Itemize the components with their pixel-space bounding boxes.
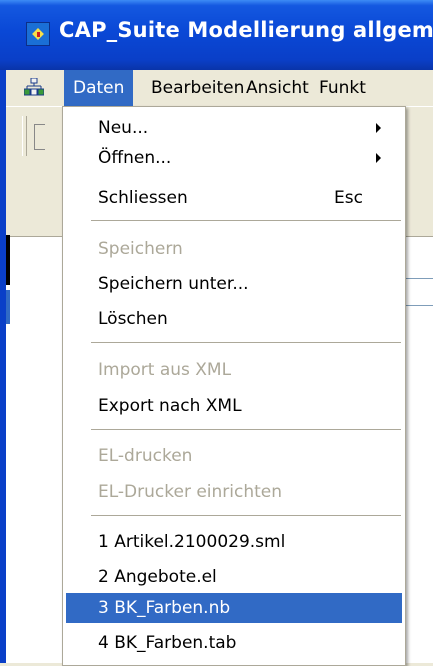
menu-item-export-xml[interactable]: Export nach XML	[66, 391, 402, 421]
app-icon[interactable]	[26, 22, 50, 46]
menu-item-label: 4 BK_Farben.tab	[98, 633, 237, 653]
menu-item-label: Import aus XML	[98, 360, 232, 380]
menu-item-label: Speichern unter...	[98, 274, 249, 294]
menu-item-label: EL-drucken	[98, 446, 193, 466]
menu-item-label: 2 Angebote.el	[98, 567, 217, 587]
menu-separator	[91, 515, 401, 516]
menu-item-label: Export nach XML	[98, 396, 242, 416]
submenu-arrow-icon	[376, 123, 381, 133]
menu-item-el-drucker-einrichten: EL-Drucker einrichten	[66, 477, 402, 507]
menu-item-label: Schliessen	[98, 188, 188, 208]
menu-item-label: 3 BK_Farben.nb	[98, 598, 231, 618]
window-title: CAP_Suite Modellierung allgem	[59, 18, 433, 42]
menu-separator	[91, 220, 401, 221]
menu-separator	[91, 342, 401, 343]
recent-file-item-2[interactable]: 2 Angebote.el	[66, 562, 402, 592]
recent-file-item-1[interactable]: 1 Artikel.2100029.sml	[66, 527, 402, 557]
menu-item-label: Neu...	[98, 118, 149, 138]
menu-item-speichern: Speichern	[66, 234, 402, 264]
menu-item-schliessen[interactable]: Schliessen Esc	[66, 183, 402, 213]
menu-ansicht[interactable]: Ansicht	[237, 70, 318, 106]
menu-item-speichern-unter[interactable]: Speichern unter...	[66, 269, 402, 299]
title-bar[interactable]: CAP_Suite Modellierung allgem	[0, 0, 433, 70]
content-left-edge-selected	[6, 290, 10, 324]
menu-item-label: Löschen	[98, 309, 168, 329]
menu-item-label: 1 Artikel.2100029.sml	[98, 532, 286, 552]
menu-daten[interactable]: Daten	[64, 70, 134, 106]
toolbar-button[interactable]	[34, 124, 45, 150]
submenu-arrow-icon	[376, 153, 381, 163]
menu-item-label: Öffnen...	[98, 148, 172, 168]
content-left-edge	[6, 235, 10, 285]
menu-separator	[91, 429, 401, 430]
daten-dropdown-menu: Neu... Öffnen... Schliessen Esc Speicher…	[62, 106, 406, 666]
toolbar-grip[interactable]	[22, 116, 27, 156]
menu-item-label: Speichern	[98, 239, 183, 259]
menu-funkt[interactable]: Funkt	[310, 70, 375, 106]
menu-item-el-drucken: EL-drucken	[66, 441, 402, 471]
menu-item-label: EL-Drucker einrichten	[98, 482, 283, 502]
menu-item-oeffnen[interactable]: Öffnen...	[66, 143, 402, 173]
recent-file-item-3[interactable]: 3 BK_Farben.nb	[66, 593, 402, 623]
tree-structure-icon[interactable]	[24, 78, 44, 96]
menu-item-loeschen[interactable]: Löschen	[66, 304, 402, 334]
menu-item-neu[interactable]: Neu...	[66, 113, 402, 143]
recent-file-item-4[interactable]: 4 BK_Farben.tab	[66, 628, 402, 658]
menu-item-import-xml: Import aus XML	[66, 355, 402, 385]
menu-item-shortcut: Esc	[334, 188, 363, 208]
